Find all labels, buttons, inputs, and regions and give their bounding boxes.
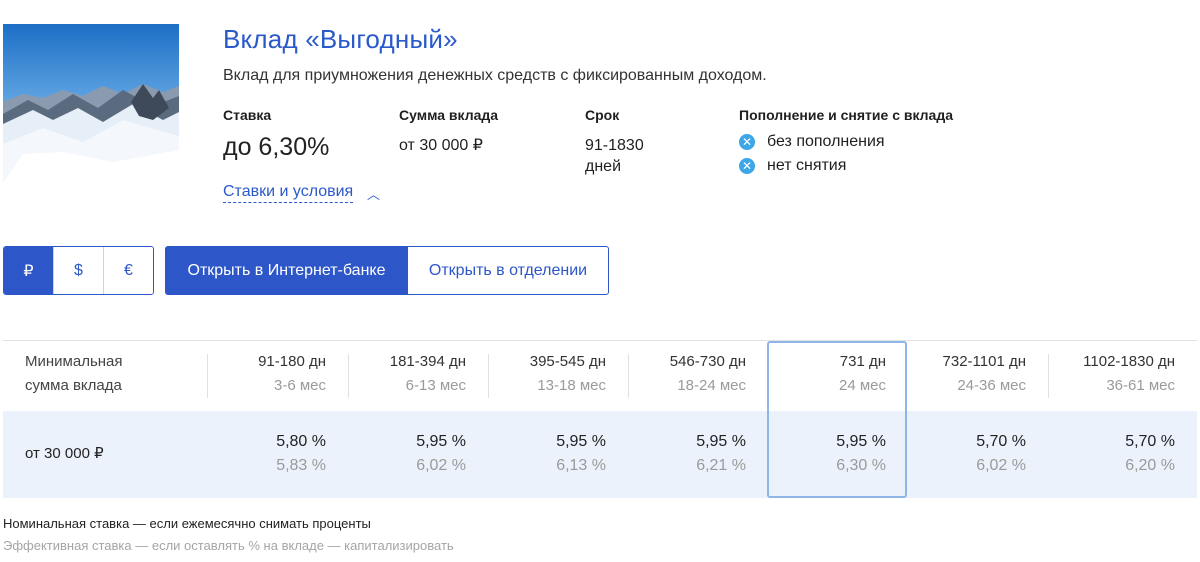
page-title: Вклад «Выгодный» [223,24,458,54]
rate-value: до 6,30% [223,133,330,161]
term-column-header: 732-1101 дн 24-36 мес [908,350,1048,398]
term-value: 91-1830 дней [585,137,644,175]
nominal-rate: 5,95 % [696,433,746,450]
min-sum-header: Минимальная сумма вклада [25,350,123,398]
chevron-up-icon[interactable]: ︿ [367,184,380,203]
sum-label: Сумма вклада [399,107,499,123]
effective-rate: 5,83 % [276,457,326,474]
term-column-header: 395-545 дн 13-18 мес [488,350,628,398]
row-min-sum-label: от 30 000 ₽ [25,445,104,462]
term-months: 36-61 мес [1106,377,1175,394]
term-months: 18-24 мес [677,377,746,394]
rate-cell: 5,95 % 6,02 % [348,430,488,478]
effective-rate: 6,20 % [1125,457,1175,474]
deposit-image [3,24,179,183]
effective-rate: 6,21 % [696,457,746,474]
nominal-rate: 5,70 % [1125,433,1175,450]
rate-cell: 5,70 % 6,20 % [1048,430,1197,478]
term-months: 6-13 мес [405,377,466,394]
term-days: 91-180 дн [258,353,326,370]
nominal-rate: 5,70 % [976,433,1026,450]
cross-circle-icon: ✕ [739,158,755,174]
min-sum-header-line1: Минимальная [25,353,123,370]
currency-usd-button[interactable]: $ [53,247,103,294]
product-description: Вклад для приумножения денежных средств … [223,67,767,84]
term-months: 24-36 мес [957,377,1026,394]
term-days: 395-545 дн [529,353,606,370]
currency-eur-button[interactable]: € [103,247,153,294]
rate-cell: 5,95 % 6,13 % [488,430,628,478]
term-column-header: 1102-1830 дн 36-61 мес [1048,350,1197,398]
effective-rate: 6,02 % [976,457,1026,474]
term-label: Срок [585,107,620,123]
term-column-header: 91-180 дн 3-6 мес [208,350,348,398]
rates-table: Минимальная сумма вклада 91-180 дн 3-6 м… [3,340,1197,498]
term-months: 3-6 мес [273,377,326,394]
rate-param: Ставка до 6,30% [223,107,329,162]
rate-label: Ставка [223,107,272,123]
nominal-rate: 5,80 % [276,433,326,450]
term-days: 546-730 дн [669,353,746,370]
sum-param: Сумма вклада от 30 000 ₽ [399,107,498,155]
effective-rate-footnote: Эффективная ставка — если оставлять % на… [3,538,454,553]
rates-conditions-link[interactable]: Ставки и условия [223,183,354,203]
term-days: 1102-1830 дн [1083,353,1175,370]
currency-rub-button[interactable]: ₽ [4,247,53,294]
nominal-rate: 5,95 % [556,433,606,450]
min-sum-header-line2: сумма вклада [25,377,122,394]
topup-param: Пополнение и снятие с вклада ✕ без попол… [739,107,953,175]
term-days: 181-394 дн [389,353,466,370]
effective-rate: 6,02 % [416,457,466,474]
rate-cell: 5,70 % 6,02 % [908,430,1048,478]
sum-value: от 30 000 ₽ [399,137,483,154]
rate-cell: 5,95 % 6,21 % [628,430,768,478]
cross-circle-icon: ✕ [739,134,755,150]
topup-label: Пополнение и снятие с вклада [739,107,954,123]
currency-switch: ₽ $ € [3,246,154,295]
rate-cell: 5,80 % 5,83 % [208,430,348,478]
selected-term-highlight [767,341,907,498]
term-column-header: 181-394 дн 6-13 мес [348,350,488,398]
term-days: 732-1101 дн [942,353,1026,370]
withdraw-option: ✕ нет снятия [739,157,953,175]
term-param: Срок 91-1830 дней [585,107,665,177]
term-months: 13-18 мес [537,377,606,394]
withdraw-option-text: нет снятия [767,157,847,174]
nominal-rate-footnote: Номинальная ставка — если ежемесячно сни… [3,516,371,531]
nominal-rate: 5,95 % [416,433,466,450]
topup-option: ✕ без пополнения [739,133,953,151]
topup-option-text: без пополнения [767,133,885,150]
term-column-header: 546-730 дн 18-24 мес [628,350,768,398]
open-branch-button[interactable]: Открыть в отделении [407,246,609,295]
effective-rate: 6,13 % [556,457,606,474]
open-online-button[interactable]: Открыть в Интернет-банке [165,246,408,295]
